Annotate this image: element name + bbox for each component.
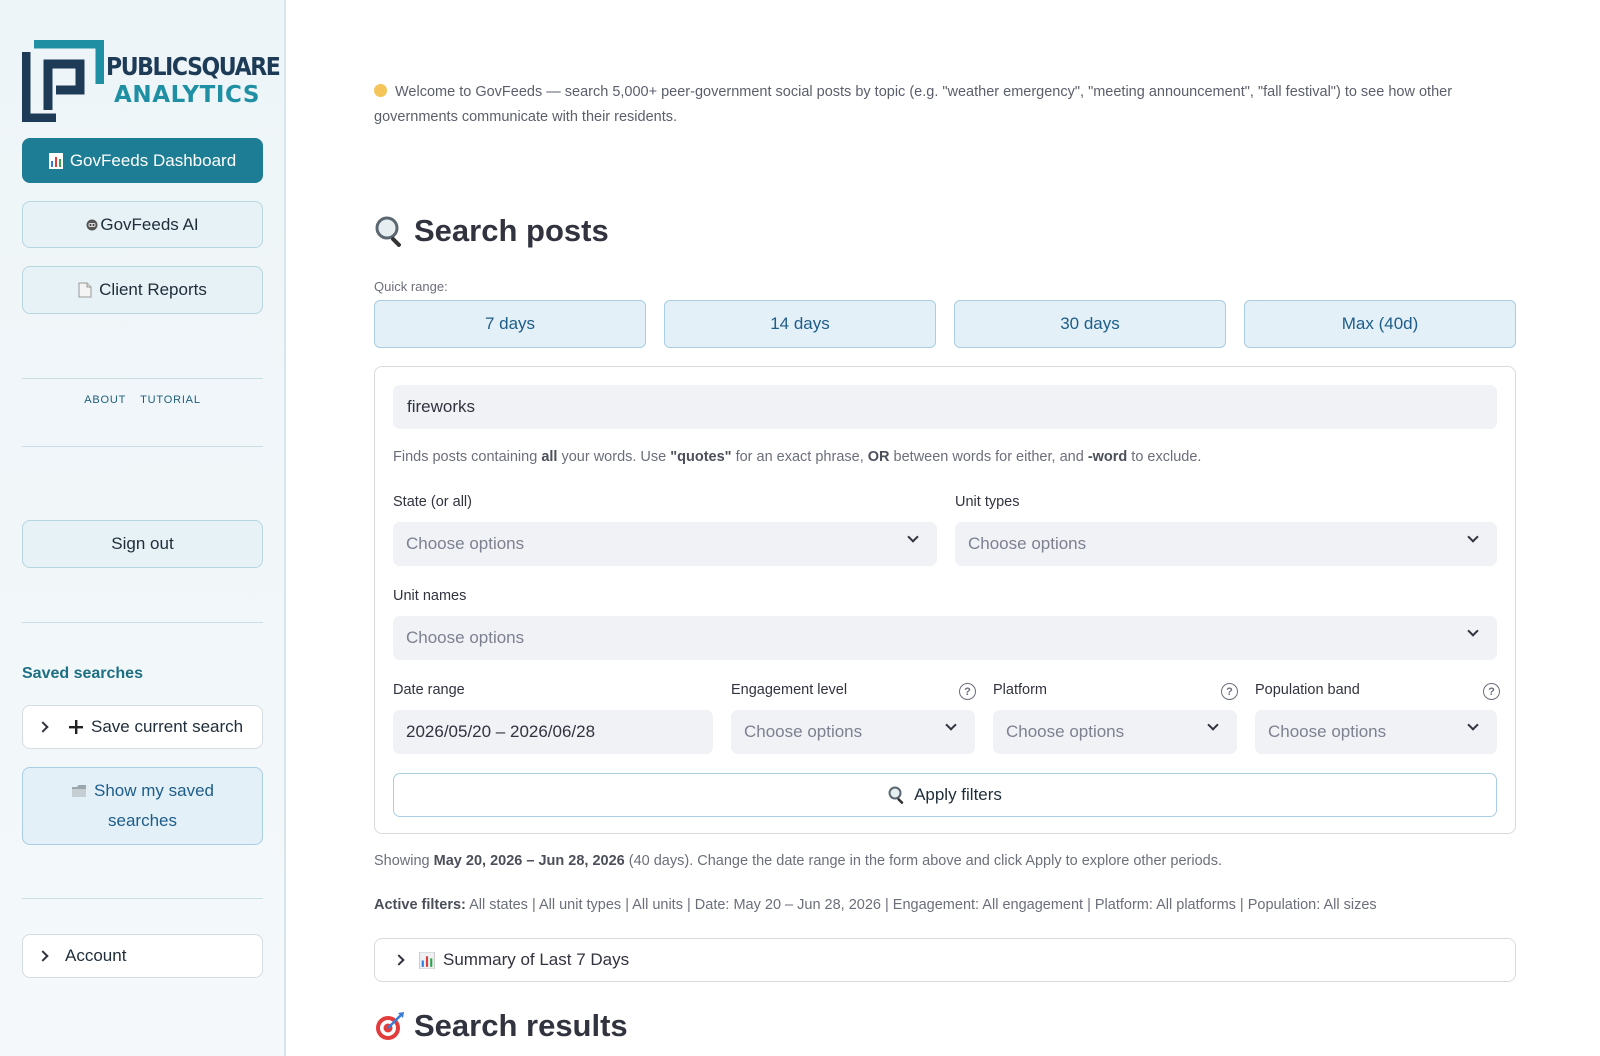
show-saved-searches-button[interactable]: Show my saved searches (22, 767, 263, 845)
sign-out-button[interactable]: Sign out (22, 520, 263, 568)
govfeeds-ai-label: GovFeeds AI (100, 214, 199, 234)
saved-searches-title: Saved searches (22, 665, 143, 682)
client-reports-button[interactable]: Client Reports (22, 266, 263, 314)
population-label: Population band (1255, 682, 1360, 698)
tutorial-link[interactable]: TUTORIAL (140, 394, 201, 406)
target-icon (374, 1010, 406, 1042)
quick-range-30-days-button[interactable]: 30 days (954, 300, 1226, 348)
state-select[interactable]: Choose options (393, 522, 937, 566)
document-icon (78, 282, 92, 298)
date-range-input[interactable]: 2026/05/20 – 2026/06/28 (393, 710, 713, 754)
search-form: Finds posts containing all your words. U… (374, 366, 1516, 834)
apply-filters-button[interactable]: Apply filters (393, 773, 1497, 817)
sidebar: PUBLICSQUARE ANALYTICS GovFeeds Dashboar… (0, 0, 286, 1056)
chevron-right-icon (37, 950, 49, 962)
about-link[interactable]: ABOUT (84, 394, 126, 406)
date-range-label: Date range (393, 682, 465, 698)
smile-icon (374, 84, 387, 97)
unit-types-select[interactable]: Choose options (955, 522, 1497, 566)
chevron-down-icon (1467, 531, 1479, 543)
quick-range-7-days-button[interactable]: 7 days (374, 300, 646, 348)
chevron-down-icon (1207, 719, 1219, 731)
plus-icon (69, 720, 83, 734)
help-icon[interactable]: ? (1483, 683, 1500, 700)
folder-icon (71, 784, 87, 798)
account-label: Account (65, 946, 127, 965)
quick-range-label: Quick range: (374, 279, 448, 294)
bar-chart-icon (419, 951, 435, 969)
chevron-right-icon (37, 721, 49, 733)
sidebar-divider (22, 622, 263, 623)
engagement-select[interactable]: Choose options (731, 710, 975, 754)
engagement-label: Engagement level (731, 682, 848, 698)
save-current-search-expander[interactable]: Save current search (22, 705, 263, 749)
unit-names-label: Unit names (393, 588, 467, 604)
govfeeds-dashboard-button[interactable]: GovFeeds Dashboard (22, 138, 263, 183)
client-reports-label: Client Reports (99, 280, 207, 299)
search-results-heading: Search results (374, 1008, 628, 1044)
govfeeds-ai-button[interactable]: GovFeeds AI (22, 201, 263, 248)
chevron-right-icon (393, 954, 405, 966)
unit-names-select[interactable]: Choose options (393, 616, 1497, 660)
logo-mark (22, 40, 104, 122)
unit-types-label: Unit types (955, 494, 1020, 510)
platform-label: Platform (993, 682, 1047, 698)
summary-expander[interactable]: Summary of Last 7 Days (374, 938, 1516, 982)
platform-select[interactable]: Choose options (993, 710, 1237, 754)
robot-icon (86, 219, 98, 231)
sidebar-links: ABOUT TUTORIAL (22, 394, 263, 406)
welcome-message: Welcome to GovFeeds — search 5,000+ peer… (374, 84, 1453, 125)
sidebar-divider (22, 898, 263, 899)
help-icon[interactable]: ? (959, 683, 976, 700)
show-saved-label-line1: Show my saved (94, 781, 214, 800)
sign-out-label: Sign out (111, 534, 174, 553)
population-select[interactable]: Choose options (1255, 710, 1497, 754)
chevron-down-icon (945, 719, 957, 731)
active-filters-text: Active filters: All states | All unit ty… (374, 897, 1377, 913)
help-icon[interactable]: ? (1221, 683, 1238, 700)
quick-range-max-button[interactable]: Max (40d) (1244, 300, 1516, 348)
magnifier-icon (374, 215, 406, 247)
showing-range-text: Showing May 20, 2026 – Jun 28, 2026 (40 … (374, 853, 1222, 869)
search-hint: Finds posts containing all your words. U… (393, 449, 1202, 465)
sidebar-divider (22, 446, 263, 447)
account-expander[interactable]: Account (22, 934, 263, 978)
brand-logo[interactable]: PUBLICSQUARE ANALYTICS (22, 40, 281, 122)
bar-chart-icon (48, 152, 63, 169)
show-saved-label-line2: searches (108, 811, 177, 830)
brand-line1: PUBLICSQUARE (106, 52, 281, 81)
search-input[interactable] (393, 385, 1497, 429)
chevron-down-icon (1467, 719, 1479, 731)
chevron-down-icon (907, 531, 919, 543)
state-label: State (or all) (393, 494, 472, 510)
magnifier-icon (888, 786, 906, 804)
sidebar-divider (22, 378, 263, 379)
search-posts-heading: Search posts (374, 213, 609, 249)
quick-range-14-days-button[interactable]: 14 days (664, 300, 936, 348)
brand-line2: ANALYTICS (114, 82, 261, 108)
save-current-search-label: Save current search (91, 717, 244, 736)
govfeeds-dashboard-label: GovFeeds Dashboard (69, 150, 237, 170)
chevron-down-icon (1467, 625, 1479, 637)
main-content: Welcome to GovFeeds — search 5,000+ peer… (374, 0, 1516, 1056)
